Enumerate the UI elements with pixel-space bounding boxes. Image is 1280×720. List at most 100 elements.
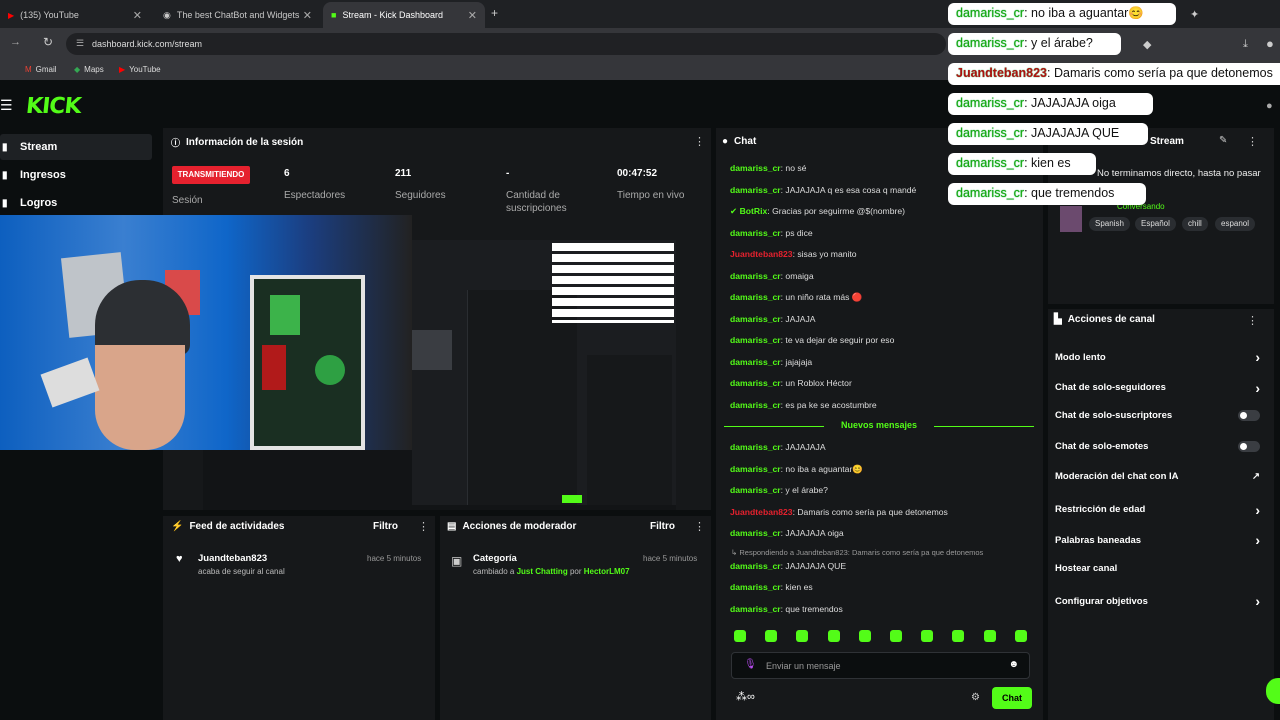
- bookmark-gmail[interactable]: M Gmail: [25, 65, 57, 74]
- chat-username[interactable]: damariss_cr: [730, 561, 781, 571]
- emote-icon[interactable]: [827, 630, 840, 642]
- chevron-right-icon[interactable]: ›: [1255, 349, 1260, 365]
- gear-icon[interactable]: ⚙: [971, 692, 980, 703]
- chat-username[interactable]: damariss_cr: [730, 357, 781, 367]
- profile-icon[interactable]: ●: [1266, 36, 1274, 51]
- tag[interactable]: Español: [1135, 217, 1176, 231]
- channel-action-item[interactable]: Restricción de edad ›: [1055, 502, 1260, 518]
- chevron-right-icon[interactable]: ›: [1255, 593, 1260, 609]
- chat-username[interactable]: damariss_cr: [730, 314, 781, 324]
- stat-value: 00:47:52: [617, 168, 658, 179]
- url-field[interactable]: ☰ dashboard.kick.com/stream: [66, 33, 946, 55]
- chat-username[interactable]: Juandteban823: [730, 507, 793, 517]
- more-options-icon[interactable]: ⋮: [1247, 135, 1258, 148]
- bookmark-maps[interactable]: ◆ Maps: [74, 65, 104, 74]
- channel-action-item[interactable]: Moderación del chat con IA ↗: [1055, 471, 1260, 482]
- sidebar-item-ingresos[interactable]: ▮ Ingresos: [0, 162, 152, 188]
- tab-kick-dashboard[interactable]: ■ Stream - Kick Dashboard ✕: [323, 2, 485, 28]
- channel-action-item[interactable]: Chat de solo-seguidores ›: [1055, 380, 1260, 396]
- chat-username[interactable]: damariss_cr: [730, 271, 781, 281]
- chat-text: : ps dice: [780, 227, 813, 238]
- chat-username[interactable]: damariss_cr: [730, 228, 781, 238]
- chat-text: : te va dejar de seguir por eso: [780, 335, 895, 345]
- overlay-text: : que tremendos: [1024, 186, 1115, 200]
- emote-icon[interactable]: [734, 630, 746, 642]
- chat-message: damariss_cr: omaiga: [730, 271, 814, 281]
- close-icon[interactable]: ✕: [133, 9, 142, 22]
- mod-action-moderator[interactable]: HectorLM07: [584, 567, 630, 576]
- emote-icon[interactable]: [983, 630, 996, 642]
- edit-icon[interactable]: ✎: [1219, 135, 1227, 146]
- extension-icon[interactable]: ✦: [1190, 8, 1199, 21]
- emote-icon[interactable]: [890, 630, 902, 642]
- chat-username[interactable]: BotRix: [740, 206, 768, 216]
- emote-icon[interactable]: [1014, 630, 1027, 642]
- chat-username[interactable]: damariss_cr: [730, 582, 781, 592]
- site-info-icon[interactable]: ☰: [76, 38, 84, 49]
- filter-button[interactable]: Filtro: [650, 521, 675, 532]
- sidebar-item-logros[interactable]: ▮ Logros: [0, 190, 152, 216]
- mod-action-title: Categoría: [473, 553, 517, 564]
- chat-username[interactable]: damariss_cr: [730, 400, 781, 410]
- reload-icon[interactable]: ↻: [43, 35, 53, 49]
- channel-action-item[interactable]: Hostear canal: [1055, 563, 1260, 574]
- more-options-icon[interactable]: ⋮: [694, 520, 705, 533]
- chat-username[interactable]: damariss_cr: [730, 528, 781, 538]
- toggle-switch[interactable]: [1238, 410, 1260, 421]
- emote-icon[interactable]: [952, 630, 965, 642]
- chevron-right-icon[interactable]: ›: [1255, 502, 1260, 518]
- tag[interactable]: Spanish: [1089, 217, 1130, 231]
- emote-icon[interactable]: [858, 630, 871, 642]
- close-icon[interactable]: ✕: [303, 9, 312, 22]
- channel-action-item[interactable]: Palabras baneadas ›: [1055, 532, 1260, 548]
- more-options-icon[interactable]: ⋮: [694, 135, 705, 148]
- chat-username[interactable]: damariss_cr: [730, 163, 781, 173]
- menu-icon[interactable]: ☰: [0, 97, 13, 114]
- new-tab-icon[interactable]: +: [491, 6, 498, 20]
- chat-input[interactable]: 🎙 Enviar un mensaje ☻: [731, 652, 1030, 679]
- channel-action-item[interactable]: Modo lento ›: [1055, 349, 1260, 365]
- activity-user[interactable]: Juandteban823: [198, 553, 267, 564]
- chevron-right-icon[interactable]: ›: [1255, 532, 1260, 548]
- points-icon[interactable]: ⁂∞: [736, 690, 755, 703]
- tab-chatbot[interactable]: ◉ The best ChatBot and Widgets ✕: [155, 2, 320, 28]
- chat-username[interactable]: damariss_cr: [730, 335, 781, 345]
- channel-action-label: Palabras baneadas: [1055, 534, 1142, 546]
- chat-username[interactable]: damariss_cr: [730, 604, 781, 614]
- emoji-icon[interactable]: ☻: [1008, 659, 1019, 670]
- tag[interactable]: espanol: [1215, 217, 1256, 231]
- chat-username[interactable]: damariss_cr: [730, 292, 781, 302]
- chat-username[interactable]: damariss_cr: [730, 442, 781, 452]
- tab-youtube[interactable]: ▶ (135) YouTube ✕: [0, 2, 150, 28]
- tag[interactable]: chill: [1182, 217, 1208, 231]
- bookmark-youtube[interactable]: ▶ YouTube: [119, 65, 161, 74]
- more-options-icon[interactable]: ⋮: [418, 520, 429, 533]
- chat-username[interactable]: damariss_cr: [730, 378, 781, 388]
- chevron-right-icon[interactable]: ›: [1255, 380, 1260, 396]
- youtube-icon: ▶: [8, 10, 15, 20]
- stat-label: Espectadores: [284, 190, 346, 201]
- chat-username[interactable]: damariss_cr: [730, 485, 781, 495]
- send-chat-button[interactable]: Chat: [992, 687, 1032, 709]
- extension-icon[interactable]: ◆: [1143, 38, 1151, 51]
- external-link-icon[interactable]: ↗: [1252, 471, 1260, 482]
- sidebar-item-stream[interactable]: ▮ Stream: [0, 134, 152, 160]
- chat-username[interactable]: damariss_cr: [730, 185, 781, 195]
- channel-action-item[interactable]: Chat de solo-suscriptores: [1055, 410, 1260, 421]
- channel-action-item[interactable]: Chat de solo-emotes: [1055, 440, 1260, 452]
- download-icon[interactable]: ⤓: [1243, 38, 1248, 51]
- microphone-icon[interactable]: 🎙: [744, 659, 757, 670]
- close-icon[interactable]: ✕: [468, 9, 477, 22]
- mod-action-category[interactable]: Just Chatting: [517, 567, 568, 576]
- more-options-icon[interactable]: ⋮: [1247, 314, 1258, 327]
- avatar[interactable]: ●: [1266, 100, 1273, 112]
- emote-icon[interactable]: [921, 630, 934, 642]
- emote-icon[interactable]: [796, 630, 809, 642]
- toggle-switch[interactable]: [1238, 440, 1260, 452]
- chat-username[interactable]: Juandteban823: [730, 249, 793, 259]
- emote-icon[interactable]: [765, 630, 778, 642]
- forward-icon[interactable]: →: [10, 36, 21, 48]
- chat-username[interactable]: damariss_cr: [730, 464, 781, 474]
- channel-action-item[interactable]: Configurar objetivos ›: [1055, 593, 1260, 609]
- filter-button[interactable]: Filtro: [373, 521, 398, 532]
